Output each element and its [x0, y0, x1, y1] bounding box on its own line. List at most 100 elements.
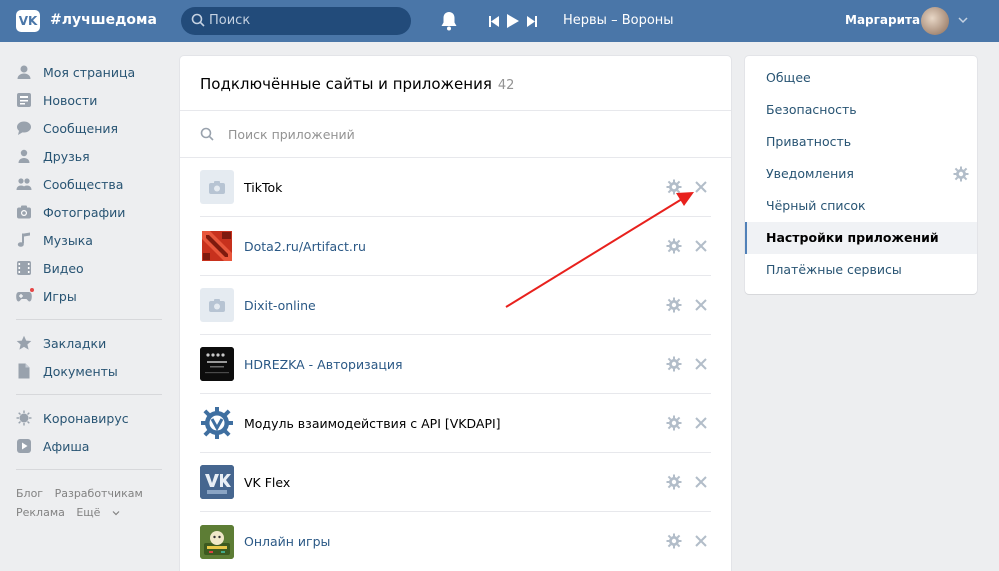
footer-link-more[interactable]: Ещё — [76, 506, 120, 519]
camera-icon — [209, 180, 225, 194]
list-item[interactable]: TikTok — [200, 158, 711, 217]
video-icon — [17, 261, 31, 275]
vk-logo[interactable]: VK — [16, 10, 40, 32]
nav-label: Закладки — [43, 335, 107, 351]
search-input[interactable]: Поиск — [181, 7, 411, 35]
nav-item-news[interactable]: Новости — [16, 86, 166, 114]
app-thumbnail[interactable] — [200, 347, 234, 381]
app-thumbnail[interactable] — [200, 288, 234, 322]
list-item[interactable]: VK Flex — [200, 453, 711, 512]
camera-icon — [17, 205, 31, 219]
footer-link-developers[interactable]: Разработчикам — [55, 487, 143, 500]
menu-item-payments[interactable]: Платёжные сервисы — [745, 254, 977, 286]
gear-icon[interactable] — [666, 238, 682, 254]
list-item[interactable]: HDREZKA - Авторизация — [200, 335, 711, 394]
play-icon[interactable] — [507, 14, 519, 28]
app-name[interactable]: Dixit-online — [244, 298, 316, 313]
close-icon[interactable] — [694, 180, 708, 194]
footer-link-ads[interactable]: Реклама — [16, 506, 65, 519]
gear-icon[interactable] — [666, 297, 682, 313]
nav-item-games[interactable]: Игры — [16, 282, 166, 310]
app-name[interactable]: TikTok — [244, 180, 282, 195]
nav-item-documents[interactable]: Документы — [16, 357, 166, 385]
hashtag-title[interactable]: #лучшедома — [50, 12, 157, 28]
list-item[interactable]: Модуль взаимодействия с API [VKDAPI] — [200, 394, 711, 453]
list-item[interactable]: Dota2.ru/Artifact.ru — [200, 217, 711, 276]
star-icon — [16, 335, 32, 350]
avatar[interactable] — [921, 7, 949, 35]
close-icon[interactable] — [694, 416, 708, 430]
nav-label: Документы — [43, 363, 118, 379]
menu-item-label: Уведомления — [766, 166, 854, 181]
gear-icon[interactable] — [953, 166, 969, 182]
games-logo-icon — [200, 524, 234, 559]
gear-icon[interactable] — [666, 415, 682, 431]
close-icon[interactable] — [694, 475, 708, 489]
nav-item-bookmarks[interactable]: Закладки — [16, 329, 166, 357]
nav-item-my-page[interactable]: Моя страница — [16, 58, 166, 86]
app-name[interactable]: Dota2.ru/Artifact.ru — [244, 239, 366, 254]
close-icon[interactable] — [694, 239, 708, 253]
camera-icon — [209, 298, 225, 312]
app-thumbnail[interactable] — [200, 465, 234, 499]
nav-item-coronavirus[interactable]: Коронавирус — [16, 404, 166, 432]
communities-icon — [16, 178, 32, 190]
friends-icon — [18, 149, 30, 163]
vk-flex-logo-icon — [200, 465, 234, 499]
chevron-down-icon — [112, 511, 120, 516]
nav-item-friends[interactable]: Друзья — [16, 142, 166, 170]
apps-search-input[interactable]: Поиск приложений — [180, 111, 731, 158]
chevron-down-icon[interactable] — [958, 16, 968, 24]
menu-item-security[interactable]: Безопасность — [745, 94, 977, 126]
nav-item-communities[interactable]: Сообщества — [16, 170, 166, 198]
app-name[interactable]: VK Flex — [244, 475, 290, 490]
hdrezka-logo-icon — [200, 347, 234, 381]
footer-link-blog[interactable]: Блог — [16, 487, 43, 500]
nav-item-afisha[interactable]: Афиша — [16, 432, 166, 460]
app-thumbnail[interactable] — [200, 524, 234, 559]
previous-track-icon[interactable] — [489, 15, 499, 27]
user-name[interactable]: Маргарита — [845, 13, 920, 27]
app-name[interactable]: Модуль взаимодействия с API [VKDAPI] — [244, 416, 501, 431]
close-icon[interactable] — [694, 298, 708, 312]
app-thumbnail[interactable] — [200, 229, 234, 263]
nav-label: Сообщества — [43, 176, 124, 192]
gear-icon[interactable] — [666, 474, 682, 490]
panel-header: Подключённые сайты и приложения 42 — [180, 56, 731, 111]
nav-label: Моя страница — [43, 64, 136, 80]
menu-item-general[interactable]: Общее — [745, 62, 977, 94]
nav-item-music[interactable]: Музыка — [16, 226, 166, 254]
gear-icon[interactable] — [666, 356, 682, 372]
list-item[interactable]: Онлайн игры — [200, 512, 711, 571]
nav-label: Музыка — [43, 232, 93, 248]
nav-label: Видео — [43, 260, 84, 276]
app-thumbnail[interactable] — [200, 406, 234, 440]
messages-icon — [17, 121, 31, 135]
menu-item-privacy[interactable]: Приватность — [745, 126, 977, 158]
nav-item-photos[interactable]: Фотографии — [16, 198, 166, 226]
footer-more-label: Ещё — [76, 506, 101, 519]
search-placeholder: Поиск — [209, 13, 251, 28]
nav-label: Друзья — [43, 148, 90, 164]
menu-item-notifications[interactable]: Уведомления — [745, 158, 977, 190]
close-icon[interactable] — [694, 357, 708, 371]
apps-count: 42 — [497, 78, 515, 93]
menu-item-app-settings[interactable]: Настройки приложений — [745, 222, 977, 254]
nav-item-video[interactable]: Видео — [16, 254, 166, 282]
nav-item-messages[interactable]: Сообщения — [16, 114, 166, 142]
list-item[interactable]: Dixit-online — [200, 276, 711, 335]
gear-icon[interactable] — [666, 179, 682, 195]
app-name[interactable]: Онлайн игры — [244, 534, 330, 549]
audio-player — [489, 14, 537, 28]
menu-item-blacklist[interactable]: Чёрный список — [745, 190, 977, 222]
dota-logo-icon — [202, 231, 232, 261]
app-thumbnail[interactable] — [200, 170, 234, 204]
close-icon[interactable] — [694, 534, 708, 548]
play-icon — [17, 439, 31, 453]
gear-icon[interactable] — [666, 533, 682, 549]
now-playing-track[interactable]: Нервы – Вороны — [563, 13, 674, 28]
app-name[interactable]: HDREZKA - Авторизация — [244, 357, 403, 372]
nav-label: Фотографии — [43, 204, 126, 220]
next-track-icon[interactable] — [527, 15, 537, 27]
bell-icon[interactable] — [440, 11, 458, 31]
